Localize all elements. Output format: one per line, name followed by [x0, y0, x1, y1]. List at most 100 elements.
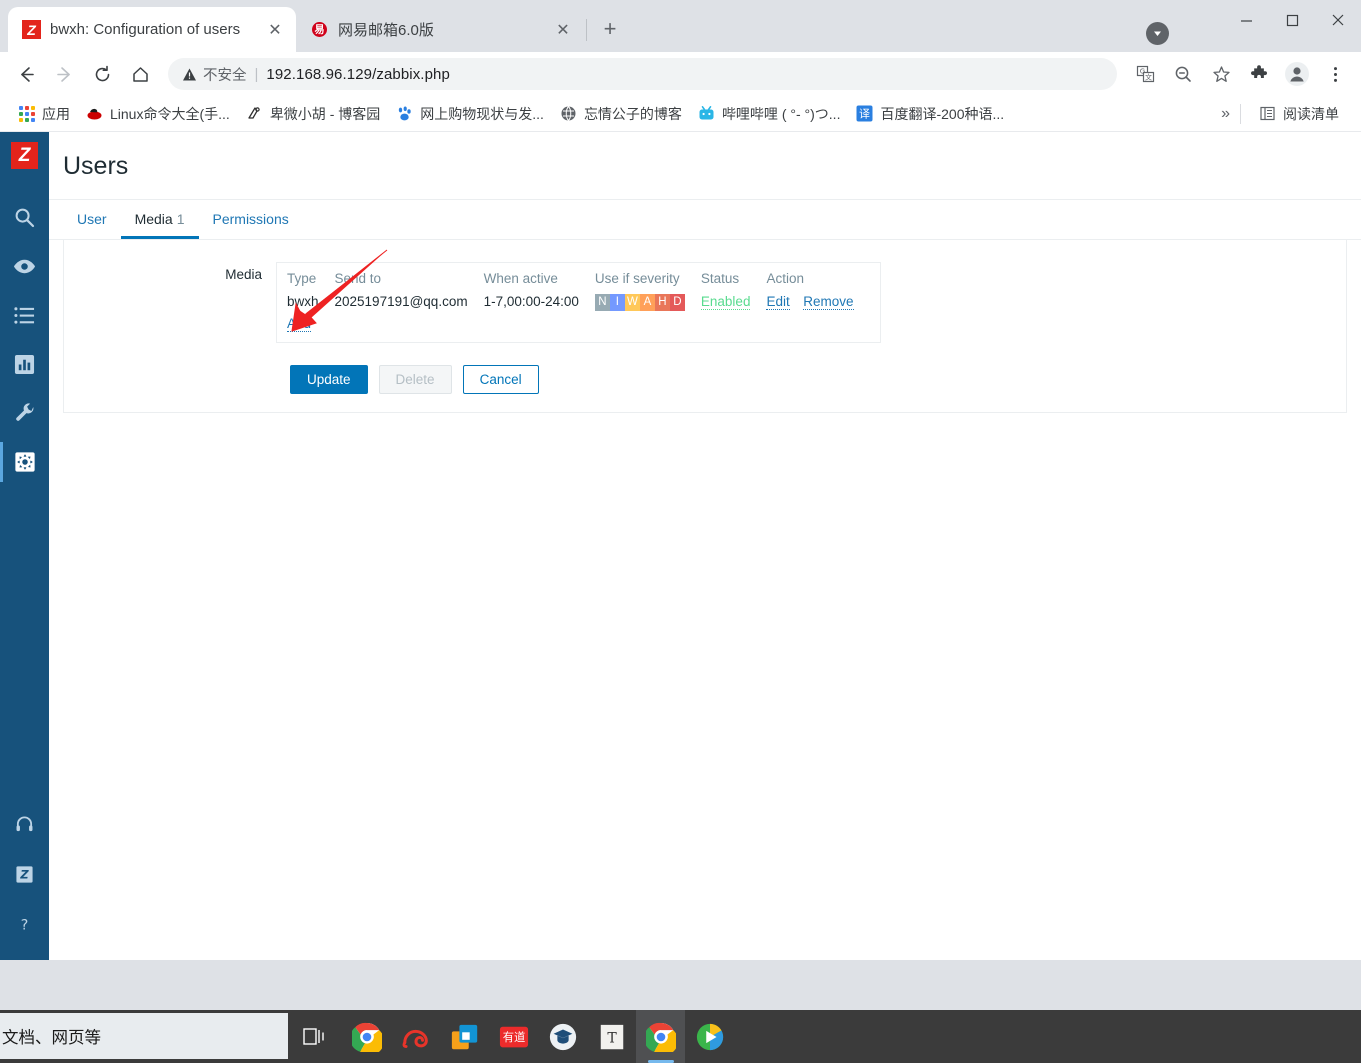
- col-send-to: Send to: [334, 271, 382, 286]
- col-action: Action: [766, 271, 804, 286]
- taskbar-typora[interactable]: T: [587, 1010, 636, 1063]
- translate-icon[interactable]: G文: [1127, 56, 1163, 92]
- form-action-buttons: Update Delete Cancel: [64, 343, 1346, 394]
- back-button[interactable]: [8, 56, 44, 92]
- tab-media[interactable]: Media 1: [120, 200, 199, 239]
- chrome-icon: [351, 1022, 382, 1052]
- update-button[interactable]: Update: [290, 364, 368, 394]
- severity-badge-w: W: [624, 293, 640, 311]
- add-media-link[interactable]: Add: [287, 315, 312, 332]
- extensions-puzzle-icon[interactable]: [1241, 56, 1277, 92]
- cell-action: Edit Remove: [766, 291, 869, 314]
- bookmark-linux-commands[interactable]: Linux命令大全(手...: [78, 100, 238, 128]
- chrome-menu-icon[interactable]: [1317, 56, 1353, 92]
- bookmark-star-icon[interactable]: [1203, 56, 1239, 92]
- omnibox-separator: |: [254, 65, 259, 83]
- severity-badge-n: N: [594, 293, 610, 311]
- table-header-row: Type Send to When active Use if severity…: [287, 268, 870, 291]
- zabbix-sidebar: Z Z ?: [0, 132, 49, 960]
- reading-list-label: 阅读清单: [1283, 105, 1339, 122]
- severity-badge-i: I: [609, 293, 625, 311]
- zabbix-main-content: Users User Media 1 Permissions Media Typ…: [49, 132, 1361, 960]
- new-tab-button[interactable]: +: [595, 14, 625, 44]
- sidebar-item-search[interactable]: [0, 203, 49, 231]
- close-icon[interactable]: ✕: [264, 19, 286, 41]
- download-caret-icon[interactable]: [1146, 22, 1169, 45]
- bookmark-wangqing-blog[interactable]: 忘情公子的博客: [552, 100, 690, 128]
- sidebar-item-support[interactable]: [0, 810, 49, 838]
- typora-icon: T: [600, 1024, 623, 1049]
- sidebar-item-monitoring[interactable]: [0, 252, 49, 280]
- sidebar-item-configuration[interactable]: [0, 399, 49, 427]
- vmware-icon: [451, 1024, 477, 1049]
- browser-tab-active[interactable]: Z bwxh: Configuration of users ✕: [8, 7, 296, 52]
- forward-button[interactable]: [46, 56, 82, 92]
- zoom-out-icon[interactable]: [1165, 56, 1201, 92]
- minimize-button[interactable]: [1223, 3, 1269, 37]
- apps-grid-icon: [18, 105, 35, 122]
- bookmark-cnblogs[interactable]: 卑微小胡 - 博客园: [238, 100, 388, 128]
- severity-badge-d: D: [669, 293, 685, 311]
- bookmark-bilibili[interactable]: 哔哩哔哩 ( °- °)つ...: [690, 100, 849, 128]
- bookmark-baidu-translate[interactable]: 译 百度翻译-200种语...: [848, 100, 1012, 128]
- administration-gear-icon: [14, 452, 35, 472]
- browser-tab-inactive[interactable]: 易 网易邮箱6.0版 ✕: [296, 7, 584, 52]
- address-bar[interactable]: 不安全 | 192.168.96.129/zabbix.php: [168, 58, 1117, 90]
- taskbar-chrome-2[interactable]: [636, 1010, 685, 1063]
- taskbar-vmware[interactable]: [440, 1010, 489, 1063]
- media-field-row: Media Type Send to When active Use if se…: [64, 240, 1346, 343]
- severity-badge-h: H: [654, 293, 670, 311]
- tab-permissions[interactable]: Permissions: [199, 200, 303, 239]
- bookmarks-overflow-button[interactable]: »: [1221, 105, 1230, 123]
- sidebar-item-inventory[interactable]: [0, 301, 49, 329]
- reading-list-button[interactable]: 阅读清单: [1251, 100, 1347, 128]
- delete-button[interactable]: Delete: [378, 364, 452, 394]
- remove-link[interactable]: Remove: [803, 294, 854, 311]
- form-tabs-bar: User Media 1 Permissions: [49, 199, 1361, 240]
- taskbar-chrome-1[interactable]: [342, 1010, 391, 1063]
- form-tabs: User Media 1 Permissions: [49, 200, 1361, 239]
- reload-button[interactable]: [84, 56, 120, 92]
- taskbar-xuexi[interactable]: [538, 1010, 587, 1063]
- sidebar-item-help[interactable]: ?: [0, 910, 49, 938]
- reports-chart-icon: [14, 354, 35, 374]
- close-window-button[interactable]: [1315, 3, 1361, 37]
- taskbar-youdao[interactable]: 有道: [489, 1010, 538, 1063]
- window-controls: [1223, 0, 1361, 40]
- media-table-box: Type Send to When active Use if severity…: [276, 262, 881, 343]
- bookmarks-bar: 应用 Linux命令大全(手... 卑微小胡 - 博客园 网上购物现状与发...: [0, 96, 1361, 132]
- task-view-button[interactable]: [288, 1026, 342, 1048]
- sidebar-item-reports[interactable]: [0, 350, 49, 378]
- tab-user[interactable]: User: [63, 200, 121, 239]
- close-icon[interactable]: ✕: [552, 19, 574, 41]
- taskbar-player[interactable]: [685, 1010, 734, 1063]
- svg-text:译: 译: [859, 108, 870, 121]
- home-button[interactable]: [122, 56, 158, 92]
- sidebar-item-integrations[interactable]: Z: [0, 860, 49, 888]
- site-security-indicator[interactable]: 不安全: [182, 64, 247, 85]
- maximize-button[interactable]: [1269, 3, 1315, 37]
- tab-label: User: [77, 211, 107, 227]
- taskbar-search-box[interactable]: 文档、网页等: [0, 1013, 288, 1059]
- youdao-icon: 有道: [499, 1026, 528, 1047]
- media-form-card: Media Type Send to When active Use if se…: [63, 240, 1347, 413]
- snail-icon: [402, 1029, 428, 1048]
- status-badge[interactable]: Enabled: [700, 294, 751, 311]
- search-icon: [15, 208, 35, 227]
- taskbar-snail[interactable]: [391, 1010, 440, 1063]
- page-title: Users: [63, 152, 129, 180]
- zabbix-logo-icon[interactable]: Z: [11, 142, 38, 169]
- bookmark-apps[interactable]: 应用: [10, 100, 78, 128]
- bookmark-online-shopping[interactable]: 网上购物现状与发...: [388, 100, 552, 128]
- bookmark-label: 百度翻译-200种语...: [880, 105, 1005, 122]
- svg-text:有道: 有道: [502, 1030, 525, 1044]
- edit-link[interactable]: Edit: [766, 294, 790, 311]
- reading-list-icon: [1259, 105, 1276, 122]
- cancel-button[interactable]: Cancel: [462, 364, 539, 394]
- tab-title: 网易邮箱6.0版: [338, 22, 434, 39]
- inventory-list-icon: [14, 306, 35, 324]
- sidebar-item-administration[interactable]: [0, 442, 49, 482]
- play-icon: [696, 1023, 723, 1050]
- profile-avatar-icon[interactable]: [1279, 56, 1315, 92]
- support-headset-icon: [16, 815, 33, 831]
